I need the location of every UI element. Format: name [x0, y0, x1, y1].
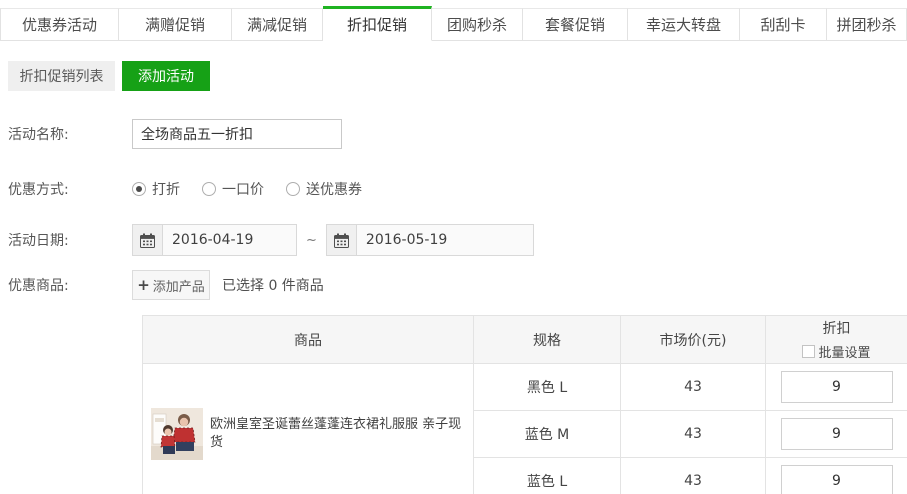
- radio-option-label: 一口价: [222, 179, 264, 199]
- end-date-input[interactable]: [357, 225, 533, 255]
- discount-input[interactable]: [781, 418, 893, 450]
- radio-option-label: 送优惠券: [306, 179, 362, 199]
- add-activity-button[interactable]: 添加活动: [122, 61, 210, 91]
- radio-unselected-icon[interactable]: [286, 182, 300, 196]
- radio-option-label: 打折: [152, 179, 180, 199]
- activity-name-row: 活动名称:: [0, 119, 907, 149]
- radio-unselected-icon[interactable]: [202, 182, 216, 196]
- selected-count-text: 已选择 0 件商品: [222, 275, 324, 295]
- tab-lucky-wheel[interactable]: 幸运大转盘: [628, 8, 740, 41]
- add-product-button[interactable]: + 添加产品: [132, 270, 210, 300]
- discount-method-row: 优惠方式: 打折 一口价 送优惠券: [0, 179, 907, 199]
- radio-selected-icon[interactable]: [132, 182, 146, 196]
- promo-products-label: 优惠商品:: [0, 275, 132, 295]
- spec-cell: 黑色 L: [474, 364, 621, 411]
- tab-full-gift-promo[interactable]: 满赠促销: [119, 8, 232, 41]
- column-header-price: 市场价(元): [621, 316, 766, 364]
- spec-cell: 蓝色 M: [474, 411, 621, 458]
- calendar-icon[interactable]: [327, 225, 357, 255]
- tab-group-seckill[interactable]: 团购秒杀: [432, 8, 523, 41]
- calendar-icon[interactable]: [133, 225, 163, 255]
- activity-name-label: 活动名称:: [0, 124, 132, 144]
- start-date-box: [132, 224, 297, 256]
- add-product-button-label: 添加产品: [153, 276, 205, 295]
- product-discount-table: 商品 规格 市场价(元) 折扣 批量设置: [142, 315, 907, 494]
- batch-set-checkbox[interactable]: [802, 345, 815, 358]
- tab-pintuan-seckill[interactable]: 拼团秒杀: [827, 8, 907, 41]
- price-cell: 43: [621, 458, 766, 494]
- tab-full-reduction-promo[interactable]: 满减促销: [232, 8, 323, 41]
- activity-name-input[interactable]: [132, 119, 342, 149]
- price-cell: 43: [621, 364, 766, 411]
- date-range-separator: ~: [306, 233, 317, 248]
- tab-scratch-card[interactable]: 刮刮卡: [740, 8, 827, 41]
- column-header-discount: 折扣 批量设置: [766, 316, 907, 364]
- discount-cell: [766, 458, 907, 494]
- discount-header-title: 折扣: [766, 319, 907, 340]
- discount-method-label: 优惠方式:: [0, 179, 132, 199]
- product-thumbnail: [151, 408, 203, 460]
- tab-coupon-activity[interactable]: 优惠券活动: [0, 8, 119, 41]
- tab-package-promo[interactable]: 套餐促销: [523, 8, 628, 41]
- promo-tab-bar: 优惠券活动 满赠促销 满减促销 折扣促销 团购秒杀 套餐促销 幸运大转盘 刮刮卡…: [0, 8, 907, 41]
- column-header-product: 商品: [143, 316, 474, 364]
- column-header-spec: 规格: [474, 316, 621, 364]
- radio-option-give-coupon[interactable]: 送优惠券: [286, 179, 362, 199]
- promo-products-row: 优惠商品: + 添加产品 已选择 0 件商品: [0, 270, 907, 300]
- discount-cell: [766, 364, 907, 411]
- activity-date-row: 活动日期: ~: [0, 224, 907, 256]
- spec-cell: 蓝色 L: [474, 458, 621, 494]
- batch-set-label: 批量设置: [818, 342, 870, 361]
- tab-discount-promo[interactable]: 折扣促销: [323, 6, 432, 41]
- price-cell: 43: [621, 411, 766, 458]
- product-title: 欧洲皇室圣诞蕾丝蓬蓬连衣裙礼服服 亲子现货: [210, 416, 473, 452]
- start-date-input[interactable]: [163, 225, 296, 255]
- radio-option-discount[interactable]: 打折: [132, 179, 180, 199]
- product-cell: 欧洲皇室圣诞蕾丝蓬蓬连衣裙礼服服 亲子现货: [143, 364, 474, 494]
- discount-cell: [766, 411, 907, 458]
- sub-toolbar: 折扣促销列表 添加活动: [8, 61, 907, 91]
- activity-date-label: 活动日期:: [0, 230, 132, 250]
- table-row: 欧洲皇室圣诞蕾丝蓬蓬连衣裙礼服服 亲子现货 黑色 L 43: [143, 364, 907, 411]
- end-date-box: [326, 224, 534, 256]
- radio-option-fixed-price[interactable]: 一口价: [202, 179, 264, 199]
- discount-promotion-page: 优惠券活动 满赠促销 满减促销 折扣促销 团购秒杀 套餐促销 幸运大转盘 刮刮卡…: [0, 0, 907, 494]
- plus-icon: +: [137, 278, 150, 293]
- discount-list-button[interactable]: 折扣促销列表: [8, 61, 115, 91]
- discount-input[interactable]: [781, 465, 893, 494]
- discount-input[interactable]: [781, 371, 893, 403]
- table-header-row: 商品 规格 市场价(元) 折扣 批量设置: [143, 316, 907, 364]
